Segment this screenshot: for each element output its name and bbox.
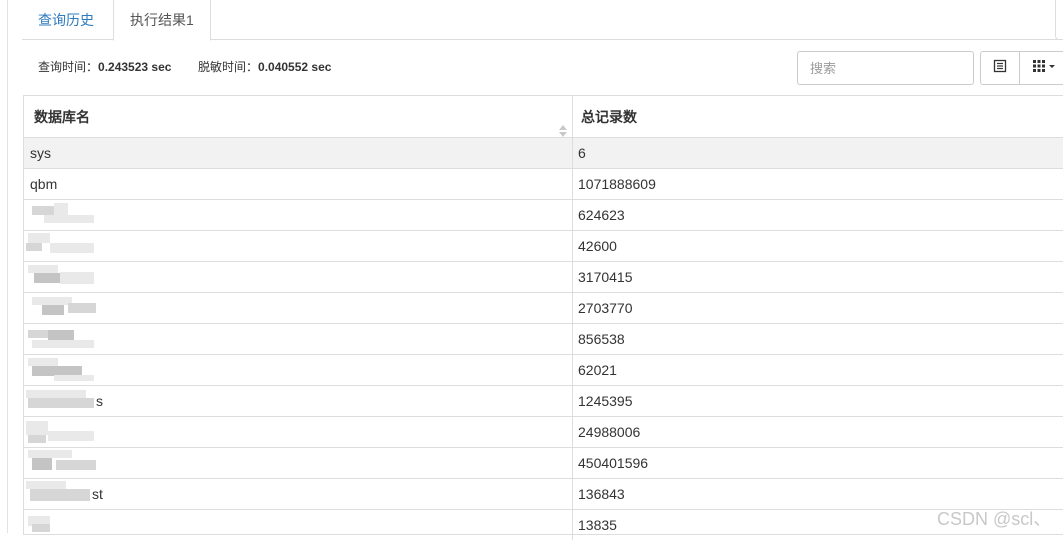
table-row[interactable]: sys 6 (24, 138, 1063, 169)
cell-database-name-redacted (24, 448, 573, 478)
cell-database-name-visible: s (96, 393, 103, 409)
table-row[interactable]: 3170415 (24, 262, 1063, 293)
cell-database-name: sys (24, 138, 573, 168)
left-border (7, 0, 8, 533)
cell-database-name-redacted (24, 200, 573, 230)
cell-database-name-redacted (24, 417, 573, 447)
cell-record-count: 2703770 (578, 300, 633, 316)
sort-icon (559, 111, 567, 137)
cell-database-name-redacted (24, 293, 573, 323)
mask-time-value: 0.040552 sec (258, 60, 332, 74)
table-row[interactable]: s 1245395 (24, 386, 1063, 417)
cell-database-name-redacted (24, 231, 573, 261)
cell-database-name-redacted (24, 262, 573, 292)
cell-database-name: qbm (24, 169, 573, 199)
column-header-label: 总记录数 (581, 109, 637, 125)
cell-database-name-redacted (24, 355, 573, 385)
cell-database-name-partial: st (24, 479, 573, 509)
tab-bar-edge (1055, 0, 1063, 40)
columns-toggle-button[interactable] (1019, 51, 1063, 85)
table-row[interactable]: 2703770 (24, 293, 1063, 324)
cell-record-count: 450401596 (578, 455, 649, 471)
mask-time: 脱敏时间：0.040552 sec (198, 58, 331, 76)
list-view-button[interactable] (980, 51, 1020, 85)
query-time: 查询时间：0.243523 sec (38, 58, 171, 76)
cell-database-name-redacted (24, 324, 573, 354)
cell-database-name-partial: s (24, 386, 573, 416)
table-row[interactable]: st 136843 (24, 479, 1063, 510)
cell-database-name-redacted (24, 510, 573, 540)
list-icon (993, 59, 1007, 78)
table-row[interactable]: 62021 (24, 355, 1063, 386)
column-header-database-name[interactable]: 数据库名 (24, 96, 573, 138)
table-row[interactable]: 13835 (24, 510, 1063, 541)
table-row[interactable]: 42600 (24, 231, 1063, 262)
grid-columns-icon (1032, 59, 1056, 78)
watermark: CSDN @scl、 (937, 509, 1052, 529)
cell-record-count: 1071888609 (578, 176, 656, 192)
mask-time-label: 脱敏时间： (198, 60, 259, 74)
tab-bar: 查询历史 执行结果1 (22, 0, 1063, 41)
query-time-label: 查询时间： (38, 60, 99, 74)
cell-record-count: 6 (578, 145, 586, 161)
table-row[interactable]: 24988006 (24, 417, 1063, 448)
column-header-label: 数据库名 (34, 109, 90, 125)
table-row[interactable]: 450401596 (24, 448, 1063, 479)
cell-record-count: 42600 (578, 238, 617, 254)
table-row[interactable]: 624623 (24, 200, 1063, 231)
cell-record-count: 24988006 (578, 424, 641, 440)
tab-execution-result-1[interactable]: 执行结果1 (113, 0, 211, 41)
table-row[interactable]: qbm 1071888609 (24, 169, 1063, 200)
cell-record-count: 1245395 (578, 393, 633, 409)
result-table: 数据库名 总记录数 sys 6 qbm 1071888609 624623 42… (23, 95, 1063, 540)
cell-record-count: 624623 (578, 207, 625, 223)
cell-record-count: 62021 (578, 362, 617, 378)
search-input[interactable] (797, 51, 974, 85)
cell-record-count: 856538 (578, 331, 625, 347)
column-header-total-records[interactable]: 总记录数 (573, 96, 1063, 138)
tab-query-history[interactable]: 查询历史 (22, 0, 110, 40)
query-time-value: 0.243523 sec (98, 60, 172, 74)
cell-record-count: 3170415 (578, 269, 633, 285)
cell-database-name-visible: st (92, 486, 103, 502)
table-row[interactable]: 856538 (24, 324, 1063, 355)
